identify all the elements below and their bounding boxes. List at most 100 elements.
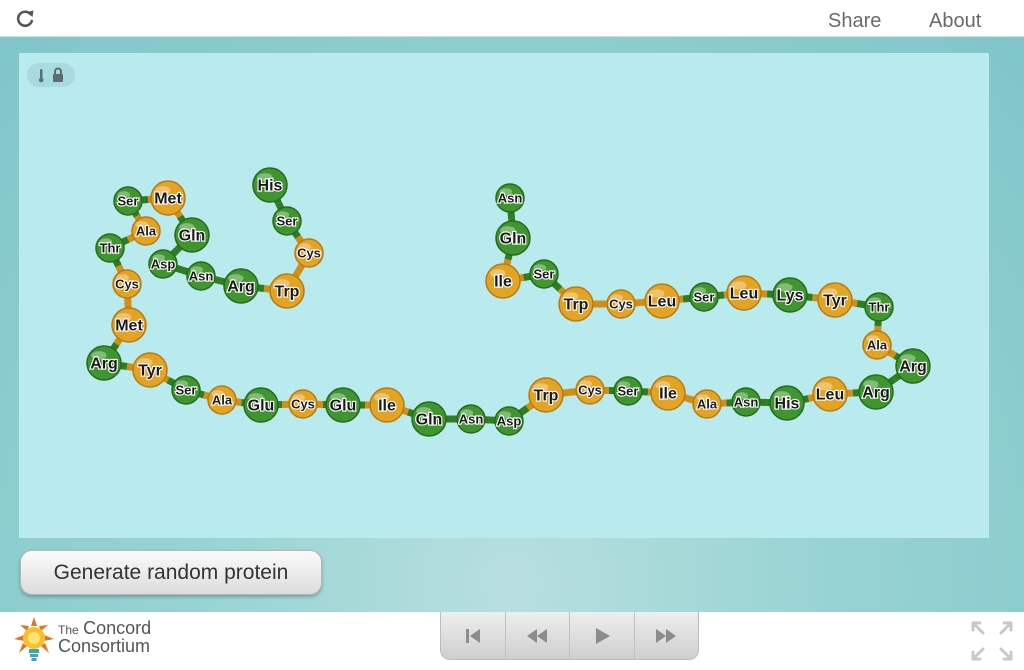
amino-acid-leu[interactable]: Leu [812, 376, 848, 412]
concord-logo[interactable]: The Concord Consortium [14, 617, 174, 665]
amino-acid-label: Gln [500, 231, 527, 248]
amino-acid-label: Gln [416, 412, 443, 429]
amino-acid-label: Gln [179, 228, 206, 245]
amino-acid-arg[interactable]: Arg [86, 345, 122, 381]
amino-acid-label: Ser [694, 290, 715, 305]
reload-icon[interactable] [14, 8, 36, 30]
amino-acid-leu[interactable]: Leu [644, 283, 680, 319]
amino-acid-trp[interactable]: Trp [558, 286, 594, 322]
amino-acid-asp[interactable]: Asp [148, 249, 178, 279]
amino-acid-glu[interactable]: Glu [325, 387, 361, 423]
amino-acid-label: Ala [212, 393, 233, 408]
amino-acid-ser[interactable]: Ser [613, 376, 643, 406]
amino-acid-ala[interactable]: Ala [692, 389, 722, 419]
amino-acid-ser[interactable]: Ser [529, 259, 559, 289]
amino-acid-label: Ala [136, 224, 157, 239]
amino-acid-asn[interactable]: Asn [495, 183, 525, 213]
amino-acid-cys[interactable]: Cys [606, 289, 636, 319]
amino-acid-ser[interactable]: Ser [272, 206, 302, 236]
amino-acid-label: Tyr [823, 293, 847, 310]
amino-acid-label: Arg [899, 359, 927, 376]
amino-acid-ser[interactable]: Ser [689, 282, 719, 312]
amino-acid-trp[interactable]: Trp [528, 377, 564, 413]
amino-acid-his[interactable]: His [769, 385, 805, 421]
amino-acid-label: Ala [697, 397, 718, 412]
amino-acid-label: Ile [378, 398, 396, 415]
fullscreen-icon[interactable] [970, 620, 1014, 662]
amino-acid-lys[interactable]: Lys [772, 277, 808, 313]
amino-acid-label: Met [154, 191, 182, 208]
amino-acid-ile[interactable]: Ile [650, 375, 686, 411]
amino-acid-label: Ile [494, 274, 512, 291]
amino-acid-tyr[interactable]: Tyr [132, 352, 168, 388]
amino-acid-cys[interactable]: Cys [294, 238, 324, 268]
amino-acid-label: His [775, 396, 800, 413]
amino-acid-label: Ser [534, 267, 555, 282]
amino-acid-his[interactable]: His [252, 167, 288, 203]
amino-acid-arg[interactable]: Arg [858, 374, 894, 410]
amino-acid-ala[interactable]: Ala [862, 330, 892, 360]
amino-acid-ser[interactable]: Ser [171, 375, 201, 405]
amino-acid-label: Thr [100, 241, 121, 256]
logo-text: The Concord Consortium [58, 618, 152, 656]
amino-acid-gln[interactable]: Gln [411, 401, 447, 437]
amino-acid-arg[interactable]: Arg [223, 268, 259, 304]
playback-controls [440, 612, 699, 660]
amino-acid-label: Asn [459, 412, 484, 427]
amino-acid-glu[interactable]: Glu [243, 387, 279, 423]
amino-acid-label: Glu [248, 398, 275, 415]
amino-acid-label: Leu [730, 286, 758, 303]
amino-acid-label: Ser [176, 383, 197, 398]
rewind-icon [527, 628, 548, 643]
amino-acid-thr[interactable]: Thr [95, 233, 125, 263]
amino-acid-label: Arg [862, 385, 890, 402]
about-link[interactable]: About [929, 10, 981, 33]
amino-acid-arg[interactable]: Arg [895, 348, 931, 384]
amino-acid-label: Arg [90, 356, 118, 373]
amino-acid-label: Asp [151, 257, 176, 272]
protein-canvas[interactable]: His Ser Cys Trp Arg Asn Asp Gln Met Ser Ala Thr Cys M… [19, 53, 989, 538]
step-back-button[interactable] [506, 612, 570, 659]
amino-acid-label: Cys [291, 397, 315, 412]
generate-random-protein-button[interactable]: Generate random protein [20, 550, 322, 595]
play-icon [595, 627, 610, 644]
amino-acid-label: Cys [578, 383, 602, 398]
amino-acid-label: Lys [777, 288, 804, 305]
amino-acid-met[interactable]: Met [150, 180, 186, 216]
amino-acid-asn[interactable]: Asn [186, 261, 216, 291]
amino-acid-ala[interactable]: Ala [207, 385, 237, 415]
amino-acid-gln[interactable]: Gln [495, 220, 531, 256]
amino-acid-gln[interactable]: Gln [174, 217, 210, 253]
amino-acid-label: Trp [534, 388, 559, 405]
reset-button[interactable] [441, 612, 506, 659]
amino-acid-label: Cys [297, 246, 321, 261]
play-button[interactable] [570, 612, 635, 659]
amino-acid-trp[interactable]: Trp [269, 273, 305, 309]
amino-acid-cys[interactable]: Cys [112, 269, 142, 299]
amino-acid-leu[interactable]: Leu [726, 275, 762, 311]
amino-acid-label: Ala [867, 338, 888, 353]
amino-acid-ser[interactable]: Ser [113, 186, 143, 216]
amino-acid-met[interactable]: Met [111, 307, 147, 343]
amino-acid-tyr[interactable]: Tyr [817, 282, 853, 318]
amino-acid-label: Asn [734, 395, 759, 410]
amino-acid-asp[interactable]: Asp [494, 406, 524, 436]
step-forward-button[interactable] [635, 612, 699, 659]
amino-acid-label: Trp [275, 284, 300, 301]
amino-acid-ile[interactable]: Ile [485, 263, 521, 299]
model-area: His Ser Cys Trp Arg Asn Asp Gln Met Ser Ala Thr Cys M… [0, 37, 1024, 612]
amino-acid-label: Ser [118, 194, 139, 209]
amino-acid-label: Arg [227, 279, 255, 296]
amino-acid-thr[interactable]: Thr [864, 292, 894, 322]
skip-to-start-icon [465, 628, 480, 643]
share-link[interactable]: Share [828, 10, 881, 33]
amino-acid-cys[interactable]: Cys [575, 375, 605, 405]
amino-acid-asn[interactable]: Asn [731, 387, 761, 417]
amino-acid-label: Ile [659, 386, 677, 403]
amino-acid-ile[interactable]: Ile [369, 387, 405, 423]
top-bar: Share About [0, 0, 1024, 37]
amino-acid-cys[interactable]: Cys [288, 389, 318, 419]
amino-acid-ala[interactable]: Ala [131, 216, 161, 246]
amino-acid-label: Leu [648, 294, 676, 311]
amino-acid-asn[interactable]: Asn [456, 404, 486, 434]
